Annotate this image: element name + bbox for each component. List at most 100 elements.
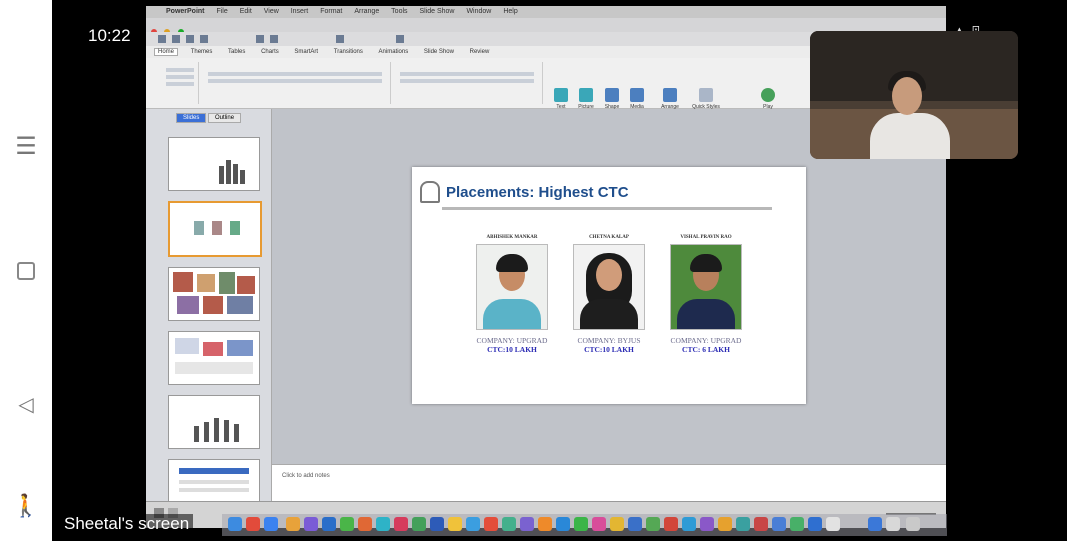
- ribbon-play-button[interactable]: Play: [758, 88, 778, 110]
- back-triangle-icon[interactable]: ◁: [8, 392, 44, 416]
- tab-slides[interactable]: Slides: [176, 113, 207, 123]
- tab-transitions[interactable]: Transitions: [331, 49, 366, 55]
- app-icon[interactable]: [430, 517, 444, 531]
- app-icon[interactable]: [646, 517, 660, 531]
- ctc-label: CTC: 6 LAKH: [682, 345, 730, 354]
- menu-item-edit[interactable]: Edit: [240, 8, 252, 15]
- ribbon-shape-button[interactable]: Shape: [601, 88, 623, 110]
- app-icon[interactable]: [886, 517, 900, 531]
- zoom-icon[interactable]: [396, 35, 404, 43]
- ribbon-text-button[interactable]: Text: [551, 88, 571, 110]
- app-icon[interactable]: [664, 517, 678, 531]
- app-icon[interactable]: [484, 517, 498, 531]
- app-icon[interactable]: [808, 517, 822, 531]
- tab-outline[interactable]: Outline: [208, 113, 242, 123]
- app-icon[interactable]: [394, 517, 408, 531]
- menu-item-file[interactable]: File: [216, 8, 227, 15]
- title-divider: [442, 207, 772, 210]
- save-icon[interactable]: [186, 35, 194, 43]
- tab-smartart[interactable]: SmartArt: [291, 49, 321, 55]
- menu-icon[interactable]: ☰: [8, 132, 44, 160]
- slide-editing-area: Placements: Highest CTC ABHISHEK MANKAR …: [272, 109, 946, 464]
- app-icon[interactable]: [574, 517, 588, 531]
- app-icon[interactable]: [322, 517, 336, 531]
- app-icon[interactable]: [736, 517, 750, 531]
- play-icon: [761, 88, 775, 102]
- app-icon[interactable]: [772, 517, 786, 531]
- app-icon[interactable]: [790, 517, 804, 531]
- placement-card: ABHISHEK MANKAR COMPANY: UPGRAD CTC:10 L…: [467, 235, 557, 354]
- notes-pane[interactable]: Click to add notes: [272, 464, 946, 502]
- app-icon[interactable]: [682, 517, 696, 531]
- menu-item-arrange[interactable]: Arrange: [354, 8, 379, 15]
- slide-sorter-pane: Slides Outline: [146, 109, 272, 513]
- chrome-icon[interactable]: [246, 517, 260, 531]
- open-icon[interactable]: [172, 35, 180, 43]
- app-icon[interactable]: [556, 517, 570, 531]
- participant-video[interactable]: [810, 31, 1018, 159]
- menu-item-view[interactable]: View: [264, 8, 279, 15]
- mac-dock: [222, 514, 947, 536]
- gallery-icon[interactable]: [336, 35, 344, 43]
- tab-themes[interactable]: Themes: [188, 49, 216, 55]
- menu-item-app[interactable]: PowerPoint: [166, 8, 205, 15]
- app-icon[interactable]: [754, 517, 768, 531]
- app-icon[interactable]: [376, 517, 390, 531]
- tab-tables[interactable]: Tables: [225, 49, 248, 55]
- app-icon[interactable]: [826, 517, 840, 531]
- ribbon-media-button[interactable]: Media: [626, 88, 648, 110]
- slide-thumbnail-selected[interactable]: [168, 201, 262, 257]
- slide-thumbnail[interactable]: [168, 137, 260, 191]
- app-icon[interactable]: [466, 517, 480, 531]
- ribbon-picture-button[interactable]: Picture: [574, 88, 598, 110]
- app-icon[interactable]: [358, 517, 372, 531]
- print-icon[interactable]: [200, 35, 208, 43]
- app-icon[interactable]: [412, 517, 426, 531]
- menu-item-tools[interactable]: Tools: [391, 8, 407, 15]
- app-icon[interactable]: [448, 517, 462, 531]
- tab-review[interactable]: Review: [467, 49, 493, 55]
- tab-slideshow[interactable]: Slide Show: [421, 49, 457, 55]
- finder-icon[interactable]: [228, 517, 242, 531]
- media-icon: [630, 88, 644, 102]
- current-slide[interactable]: Placements: Highest CTC ABHISHEK MANKAR …: [412, 167, 806, 404]
- text-box-icon: [554, 88, 568, 102]
- app-icon[interactable]: [868, 517, 882, 531]
- app-icon[interactable]: [592, 517, 606, 531]
- slide-thumbnail[interactable]: [168, 395, 260, 449]
- tab-animations[interactable]: Animations: [376, 49, 412, 55]
- app-icon[interactable]: [304, 517, 318, 531]
- home-square-icon[interactable]: [8, 262, 44, 280]
- tab-charts[interactable]: Charts: [258, 49, 282, 55]
- arrange-icon: [663, 88, 677, 102]
- app-icon[interactable]: [264, 517, 278, 531]
- app-icon[interactable]: [700, 517, 714, 531]
- app-icon[interactable]: [718, 517, 732, 531]
- slide-title: Placements: Highest CTC: [446, 184, 629, 201]
- undo-icon[interactable]: [256, 35, 264, 43]
- tab-home[interactable]: Home: [154, 48, 179, 56]
- menu-item-window[interactable]: Window: [466, 8, 491, 15]
- ribbon-quick-styles-button[interactable]: Quick Styles: [686, 88, 726, 110]
- picture-icon: [579, 88, 593, 102]
- app-icon[interactable]: [340, 517, 354, 531]
- student-photo: [573, 244, 645, 330]
- new-icon[interactable]: [158, 35, 166, 43]
- app-icon[interactable]: [628, 517, 642, 531]
- menu-item-insert[interactable]: Insert: [291, 8, 309, 15]
- accessibility-icon[interactable]: 🚶: [8, 494, 44, 519]
- ribbon-arrange-button[interactable]: Arrange: [656, 88, 684, 110]
- placement-card: VISHAL PRAVIN RAO COMPANY: UPGRAD CTC: 6…: [661, 235, 751, 354]
- app-icon[interactable]: [538, 517, 552, 531]
- menu-item-help[interactable]: Help: [503, 8, 517, 15]
- menu-item-slideshow[interactable]: Slide Show: [419, 8, 454, 15]
- slide-thumbnail[interactable]: [168, 267, 260, 321]
- app-icon[interactable]: [502, 517, 516, 531]
- slide-thumbnail[interactable]: [168, 331, 260, 385]
- app-icon[interactable]: [286, 517, 300, 531]
- menu-item-format[interactable]: Format: [320, 8, 342, 15]
- app-icon[interactable]: [520, 517, 534, 531]
- trash-icon[interactable]: [906, 517, 920, 531]
- app-icon[interactable]: [610, 517, 624, 531]
- redo-icon[interactable]: [270, 35, 278, 43]
